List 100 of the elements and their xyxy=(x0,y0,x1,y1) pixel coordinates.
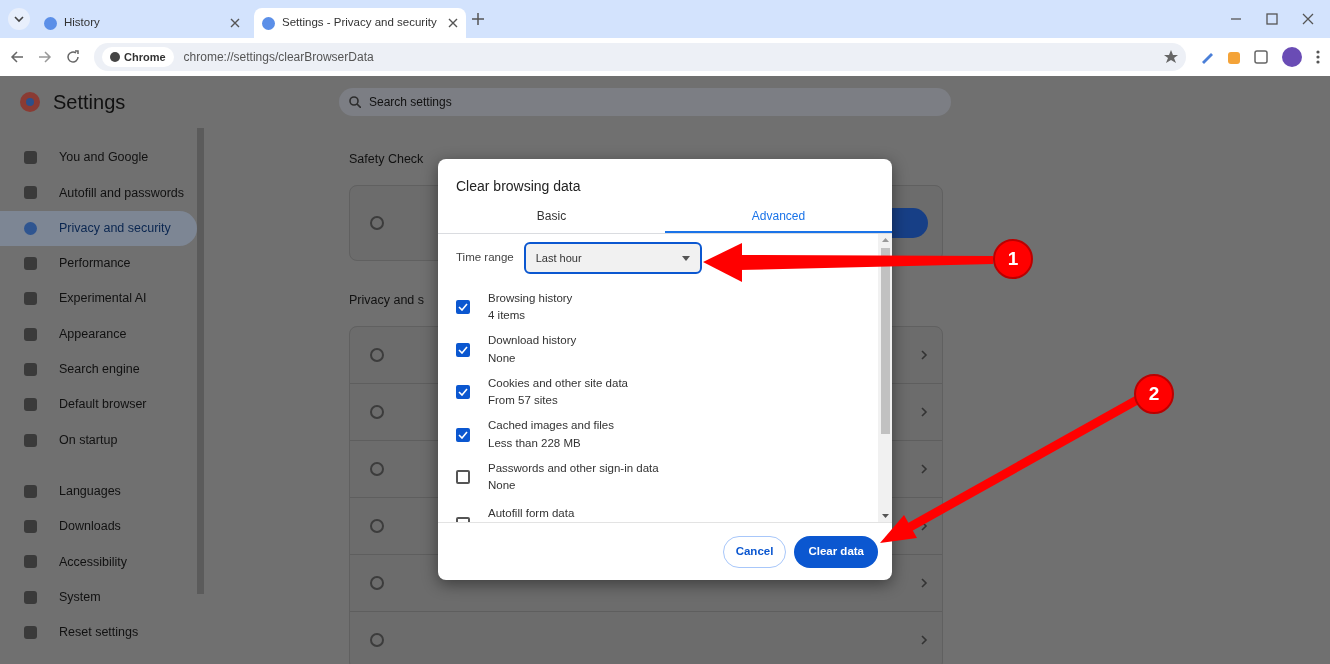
menu-item-icon xyxy=(24,484,37,498)
menu-item-icon xyxy=(24,292,37,306)
chevron-icon[interactable] xyxy=(921,349,928,360)
browser-tab[interactable]: Settings - Privacy and security xyxy=(254,8,466,38)
sidebar-item[interactable]: System xyxy=(0,579,197,615)
clear-data-button[interactable]: Clear data xyxy=(794,535,878,568)
scrollbar[interactable] xyxy=(878,234,892,522)
sidebar-item[interactable]: Reset settings xyxy=(0,614,197,651)
chevron-icon[interactable] xyxy=(921,463,928,474)
option-detail: Less than 228 MB xyxy=(488,435,582,451)
tab-title: History xyxy=(64,15,101,31)
search-placeholder: Search settings xyxy=(369,94,452,111)
checkbox[interactable] xyxy=(456,342,470,357)
settings-title: Settings xyxy=(53,90,127,115)
new-tab-icon[interactable] xyxy=(472,13,484,25)
pen-icon[interactable] xyxy=(1200,50,1214,64)
checkbox[interactable] xyxy=(456,427,470,442)
menu-item-icon xyxy=(24,327,37,341)
dialog-tab[interactable]: Advanced xyxy=(665,200,892,233)
checkbox[interactable] xyxy=(456,300,470,315)
maximize-icon[interactable] xyxy=(1266,13,1278,25)
chevron-icon[interactable] xyxy=(921,634,928,645)
option-label: Passwords and other sign-in data xyxy=(488,460,659,476)
address-bar[interactable]: Chrome chrome://settings/clearBrowserData xyxy=(94,43,1186,71)
row-icon xyxy=(370,575,384,590)
site-chip[interactable]: Chrome xyxy=(102,46,174,68)
sidebar-item[interactable]: Accessibility xyxy=(0,544,197,580)
tab-search-icon[interactable] xyxy=(8,8,30,30)
time-range-label: Time range xyxy=(456,250,514,266)
menu-item-icon xyxy=(24,433,37,447)
row-icon xyxy=(370,215,384,230)
sidebar-item[interactable]: Downloads xyxy=(0,508,197,545)
sidebar-item[interactable]: Default browser xyxy=(0,387,197,423)
option-detail: 4 items xyxy=(488,308,527,324)
back-icon[interactable] xyxy=(10,50,24,64)
option-label: Browsing history xyxy=(488,290,573,306)
menu-item-icon xyxy=(24,151,37,165)
checkbox[interactable] xyxy=(456,385,470,400)
menu-item-icon xyxy=(24,555,37,569)
search-icon xyxy=(349,96,361,108)
row-icon xyxy=(370,404,384,419)
chrome-logo-icon xyxy=(19,91,41,113)
dropdown-value: Last hour xyxy=(535,250,582,266)
reload-icon[interactable] xyxy=(66,50,80,64)
row-icon xyxy=(370,347,384,362)
sidebar-item[interactable]: On startup xyxy=(0,422,197,458)
section-heading: Safety Check xyxy=(349,151,424,168)
section-heading: Privacy and s xyxy=(349,291,425,309)
chip-label: Chrome xyxy=(124,49,166,65)
dialog-tab[interactable]: Basic xyxy=(438,200,665,233)
search-field[interactable]: Search settings xyxy=(339,88,951,116)
row-icon xyxy=(370,632,384,647)
option-detail: From 57 sites xyxy=(488,393,559,409)
sidebar-item[interactable]: You and Google xyxy=(0,140,197,176)
close-icon[interactable] xyxy=(1302,13,1314,25)
sidebar-item[interactable]: Experimental AI xyxy=(0,281,197,317)
option-detail: None xyxy=(488,350,517,366)
forward-icon[interactable] xyxy=(38,50,52,64)
menu-item-icon xyxy=(24,398,37,412)
url-text: chrome://settings/clearBrowserData xyxy=(183,49,375,66)
menu-icon[interactable] xyxy=(1316,50,1320,64)
close-icon[interactable] xyxy=(448,18,458,28)
chevron-icon[interactable] xyxy=(921,406,928,417)
menu-item-icon xyxy=(24,362,37,376)
check-icon xyxy=(458,303,468,312)
avatar-icon[interactable] xyxy=(1282,47,1302,67)
sidebar-item[interactable]: Appearance xyxy=(0,316,197,352)
browser-tab[interactable]: History xyxy=(36,8,248,38)
close-icon[interactable] xyxy=(230,18,240,28)
chevron-icon[interactable] xyxy=(921,577,928,588)
dialog-title: Clear browsing data xyxy=(455,177,582,196)
caret-icon xyxy=(681,255,690,261)
sidebar-item[interactable]: Search engine xyxy=(0,351,197,388)
option-label: Autofill form data xyxy=(488,505,575,521)
menu-item-icon xyxy=(24,626,37,639)
menu-item-icon xyxy=(24,186,37,200)
option-label: Download history xyxy=(488,333,577,349)
option-label: Cached images and files xyxy=(488,418,614,434)
row-icon xyxy=(370,518,384,533)
option-detail: None xyxy=(488,478,517,494)
cancel-button[interactable]: Cancel xyxy=(722,535,787,568)
menu-item-icon xyxy=(24,520,37,534)
favicon-icon xyxy=(44,16,57,30)
time-range-dropdown[interactable]: Last hour xyxy=(523,242,702,274)
checkbox[interactable] xyxy=(456,470,470,485)
tab-title: Settings - Privacy and security xyxy=(282,15,438,31)
sidebar-item[interactable]: Performance xyxy=(0,245,197,282)
side-panel-icon[interactable] xyxy=(1254,50,1268,64)
sidebar-item[interactable]: Languages xyxy=(0,473,197,509)
menu-item-icon xyxy=(24,257,37,271)
menu-item-icon xyxy=(24,590,37,604)
check-icon xyxy=(458,388,468,397)
check-icon xyxy=(458,430,468,439)
sidebar-item[interactable]: Privacy and security xyxy=(0,210,197,246)
star-icon[interactable] xyxy=(1164,50,1178,64)
scroll-down-icon[interactable] xyxy=(881,514,889,518)
check-icon xyxy=(458,345,468,354)
sidebar-item[interactable]: Autofill and passwords xyxy=(0,175,197,211)
row-icon xyxy=(370,461,384,476)
option-label: Cookies and other site data xyxy=(488,375,628,391)
